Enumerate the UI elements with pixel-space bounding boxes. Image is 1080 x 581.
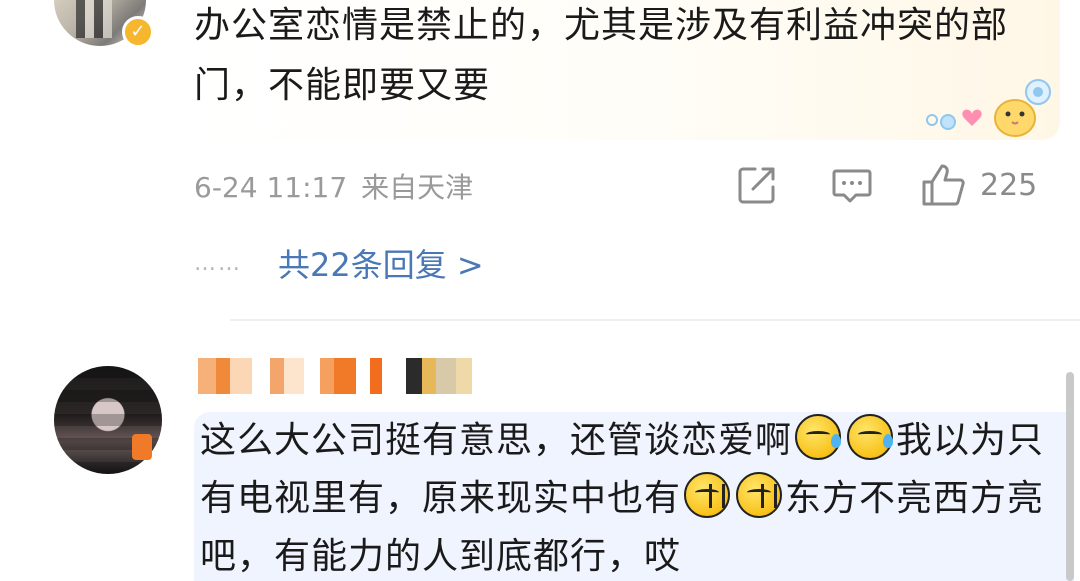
sweat-smile-emoji-icon xyxy=(847,414,894,460)
comment-text: 办公室恋情是禁止的，尤其是涉及有利益冲突的部门，不能即要又要 xyxy=(194,5,1009,106)
thumbs-up-icon xyxy=(922,164,965,206)
like-count: 225 xyxy=(980,167,1038,203)
member-badge-icon xyxy=(132,434,152,460)
share-icon xyxy=(738,167,775,204)
replies-dots: …… xyxy=(194,250,242,276)
reply-button[interactable] xyxy=(830,162,874,208)
comment-location: 来自天津 xyxy=(361,171,474,204)
replies-row: …… 共22条回复 > xyxy=(194,240,484,286)
comment-date: 6-24 11:17 xyxy=(194,171,348,204)
cute-sticker-icon xyxy=(926,79,1051,137)
username-blurred[interactable] xyxy=(198,358,472,394)
divider xyxy=(230,319,1080,321)
comment-text-part: 这么大公司挺有意思，还管谈恋爱啊 xyxy=(200,420,793,461)
like-button[interactable]: 225 xyxy=(920,162,1037,208)
sweat-smile-emoji-icon xyxy=(795,414,842,460)
comment-meta: 6-24 11:17 来自天津 xyxy=(194,166,473,206)
comment-text: 这么大公司挺有意思，还管谈恋爱啊 我以为只有电视里有，原来现实中也有 东方不亮西方亮… xyxy=(200,412,1050,581)
verified-badge-icon: ✓ xyxy=(122,16,154,48)
share-button[interactable] xyxy=(735,162,779,208)
awkward-emoji-icon xyxy=(736,472,783,518)
awkward-emoji-icon xyxy=(684,472,731,518)
comment-item: ✓ 办公室恋情是禁止的，尤其是涉及有利益冲突的部门，不能即要又要 6-24 11… xyxy=(0,0,1080,320)
comment-icon xyxy=(832,169,872,203)
view-replies-link[interactable]: 共22条回复 > xyxy=(278,240,484,286)
scrollbar[interactable] xyxy=(1066,372,1074,581)
comment-item: 这么大公司挺有意思，还管谈恋爱啊 我以为只有电视里有，原来现实中也有 东方不亮西方亮… xyxy=(0,330,1080,581)
